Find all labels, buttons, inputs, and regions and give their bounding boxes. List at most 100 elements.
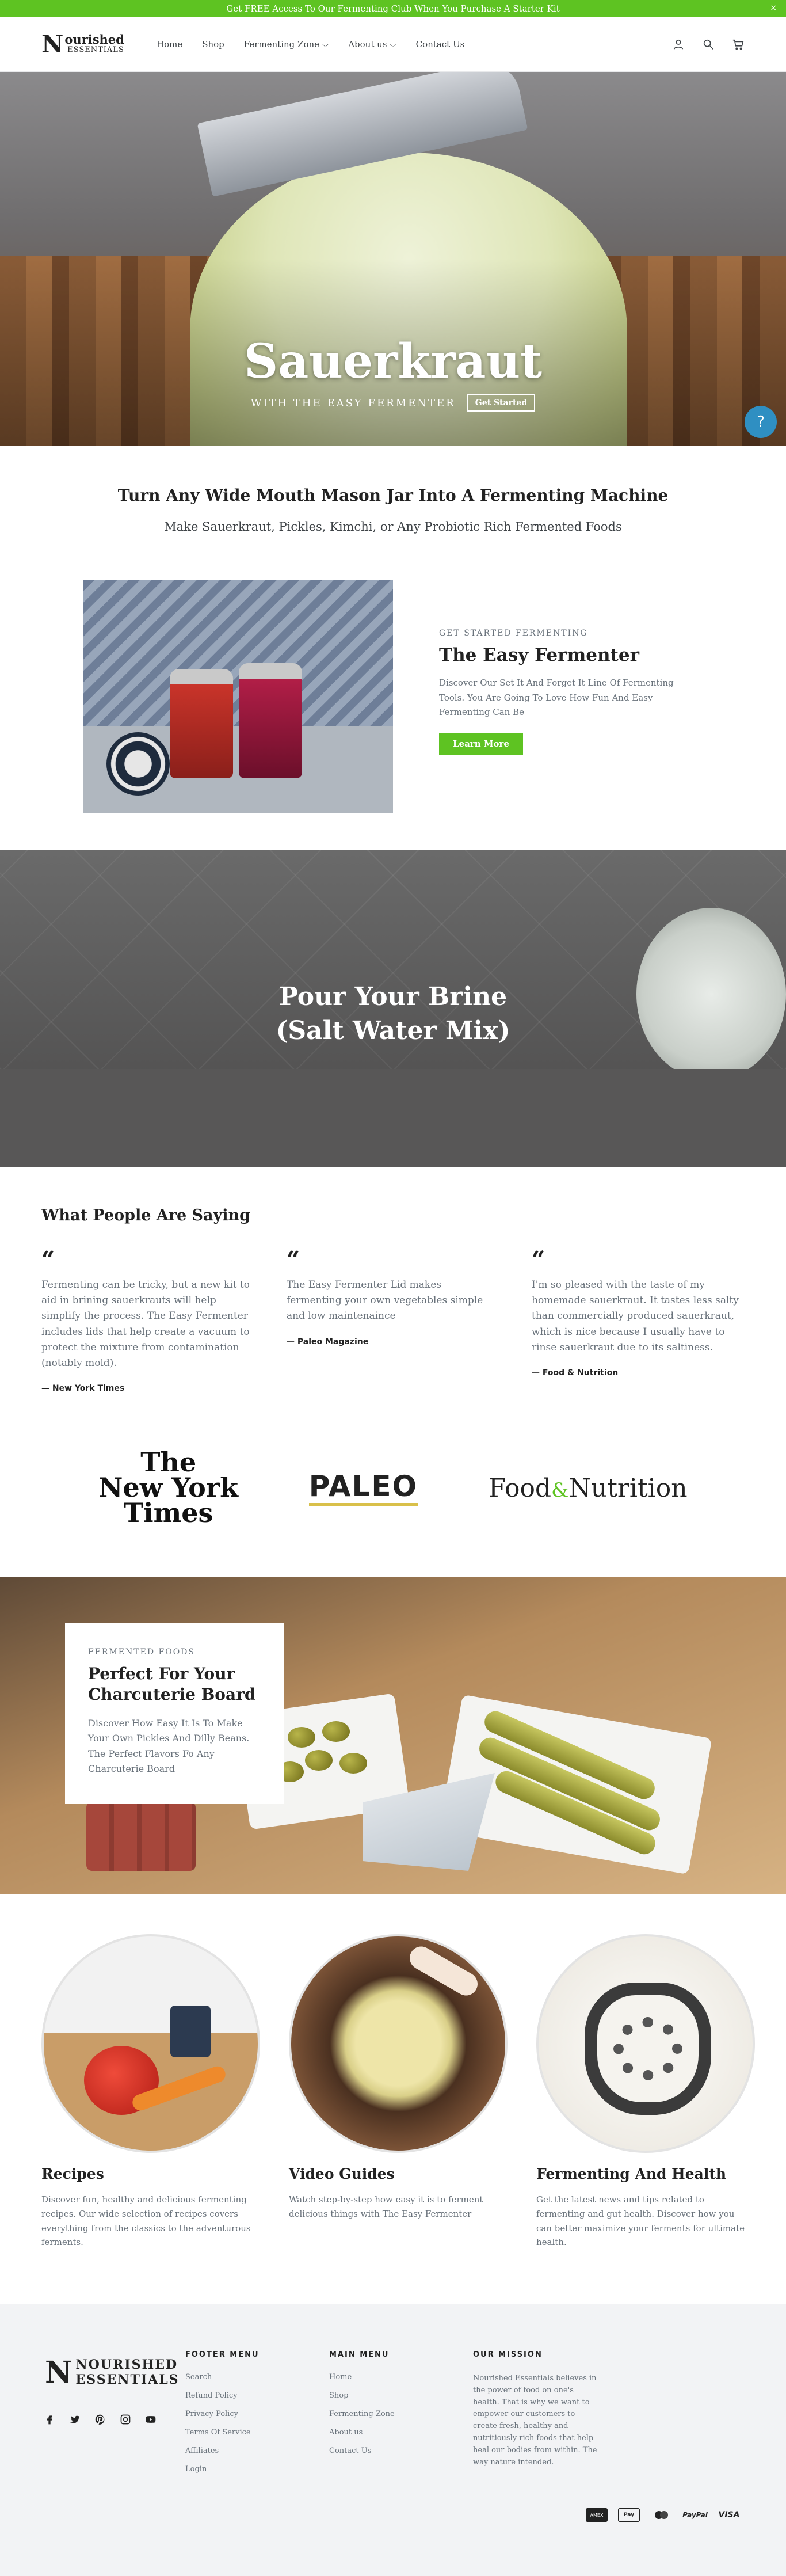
close-icon[interactable]: × bbox=[770, 3, 777, 13]
testimonial-text: The Easy Fermenter Lid makes fermenting … bbox=[287, 1279, 483, 1322]
footer-link-search[interactable]: Search bbox=[185, 2373, 260, 2381]
main-link-fermenting-zone[interactable]: Fermenting Zone bbox=[329, 2410, 395, 2418]
video-guides-image[interactable] bbox=[289, 1934, 508, 2153]
cart-icon[interactable] bbox=[732, 38, 745, 51]
feature-text: GET STARTED FERMENTING The Easy Fermente… bbox=[439, 580, 701, 813]
nav-fermenting-zone[interactable]: Fermenting Zone ⌵ bbox=[244, 39, 329, 50]
video-title-line1: Pour Your Brine bbox=[278, 982, 508, 1011]
visa-icon: VISA bbox=[718, 2510, 740, 2520]
mastercard-icon bbox=[650, 2508, 672, 2522]
footer-link-refund-policy[interactable]: Refund Policy bbox=[185, 2391, 260, 2400]
nav-shop[interactable]: Shop bbox=[202, 39, 224, 50]
logo-line1: ourished bbox=[64, 32, 124, 47]
testimonial-source: — Food & Nutrition bbox=[532, 1368, 619, 1378]
instagram-icon[interactable] bbox=[120, 2414, 131, 2425]
jar-image bbox=[170, 669, 233, 778]
pinterest-icon[interactable] bbox=[94, 2414, 106, 2425]
paypal-icon: PayPal bbox=[682, 2511, 708, 2519]
card-recipes[interactable]: Recipes Discover fun, healthy and delici… bbox=[41, 1934, 260, 2250]
learn-more-button[interactable]: Learn More bbox=[439, 732, 523, 755]
testimonial: “ I'm so pleased with the taste of my ho… bbox=[532, 1249, 743, 1393]
intro-section: Turn Any Wide Mouth Mason Jar Into A Fer… bbox=[0, 446, 786, 534]
quote-icon: “ bbox=[41, 1246, 55, 1273]
help-button[interactable]: ? bbox=[745, 406, 777, 438]
intro-subtitle: Make Sauerkraut, Pickles, Kimchi, or Any… bbox=[164, 520, 622, 534]
site-footer: N NOURISHED ESSENTIALS FOOTER MENU Searc… bbox=[0, 2304, 786, 2576]
quote-icon: “ bbox=[287, 1246, 300, 1273]
testimonial-source: — Paleo Magazine bbox=[287, 1337, 369, 1346]
main-link-home[interactable]: Home bbox=[329, 2373, 395, 2381]
logo-initial: N bbox=[41, 30, 64, 58]
main-menu: MAIN MENU Home Shop Fermenting Zone Abou… bbox=[329, 2350, 395, 2465]
intro-title: Turn Any Wide Mouth Mason Jar Into A Fer… bbox=[117, 486, 669, 505]
mission-title: OUR MISSION bbox=[473, 2350, 543, 2359]
footer-logo-line2: ESSENTIALS bbox=[75, 2372, 180, 2387]
card-text: Watch step-by-step how easy it is to fer… bbox=[289, 2194, 483, 2219]
recipes-image[interactable] bbox=[41, 1934, 260, 2153]
amex-icon: AMEX bbox=[586, 2508, 608, 2522]
food-nutrition-logo: Food&Nutrition bbox=[488, 1473, 688, 1503]
footer-menu-title: FOOTER MENU bbox=[185, 2350, 260, 2359]
hero-subtitle: WITH THE EASY FERMENTER bbox=[250, 397, 456, 409]
facebook-icon[interactable] bbox=[44, 2414, 55, 2425]
nav-contact-us[interactable]: Contact Us bbox=[416, 39, 465, 50]
main-link-about-us[interactable]: About us bbox=[329, 2428, 395, 2437]
testimonials-list: “ Fermenting can be tricky, but a new ki… bbox=[41, 1246, 745, 1394]
hero-title: Sauerkraut bbox=[244, 334, 542, 389]
site-header: N ourished ESSENTIALS Home Shop Fermenti… bbox=[0, 17, 786, 72]
social-links bbox=[44, 2414, 157, 2425]
fermenter-lid-image bbox=[106, 732, 170, 796]
paleo-logo: PALEO bbox=[308, 1470, 418, 1506]
search-icon[interactable] bbox=[702, 38, 715, 51]
charcuterie-section: FERMENTED FOODS Perfect For Your Charcut… bbox=[0, 1577, 786, 1894]
footer-logo-line1: NOURISHED bbox=[75, 2357, 178, 2373]
card-fermenting-health[interactable]: Fermenting And Health Get the latest new… bbox=[536, 1934, 755, 2250]
charcuterie-card: FERMENTED FOODS Perfect For Your Charcut… bbox=[65, 1623, 284, 1804]
youtube-icon[interactable] bbox=[145, 2414, 157, 2425]
gut-health-image[interactable] bbox=[536, 1934, 755, 2153]
footer-logo-initial: N bbox=[45, 2355, 73, 2390]
mission-column: OUR MISSION Nourished Essentials believe… bbox=[473, 2350, 600, 2468]
logo-line2: ESSENTIALS bbox=[67, 45, 124, 54]
footer-link-terms[interactable]: Terms Of Service bbox=[185, 2428, 260, 2437]
mission-text: Nourished Essentials believes in the pow… bbox=[473, 2374, 597, 2467]
account-icon[interactable] bbox=[672, 38, 685, 51]
press-logos: The New York Times PALEO Food&Nutrition bbox=[0, 1433, 786, 1543]
card-video-guides[interactable]: Video Guides Watch step-by-step how easy… bbox=[289, 1934, 508, 2250]
hero-subtitle-row: WITH THE EASY FERMENTER Get Started bbox=[0, 394, 786, 412]
footer-logo[interactable]: N NOURISHED ESSENTIALS bbox=[45, 2355, 180, 2390]
card-title: Fermenting And Health bbox=[536, 2166, 727, 2182]
announcement-text[interactable]: Get FREE Access To Our Fermenting Club W… bbox=[226, 3, 559, 14]
main-link-contact-us[interactable]: Contact Us bbox=[329, 2446, 395, 2455]
feature-description: Discover Our Set It And Forget It Line O… bbox=[439, 678, 674, 717]
get-started-button[interactable]: Get Started bbox=[467, 394, 536, 412]
card-title: Recipes bbox=[41, 2166, 104, 2182]
apple-pay-icon: Pay bbox=[618, 2508, 640, 2522]
jar-image bbox=[239, 663, 302, 778]
footer-link-affiliates[interactable]: Affiliates bbox=[185, 2446, 260, 2455]
footer-link-login[interactable]: Login bbox=[185, 2465, 260, 2474]
site-logo[interactable]: N ourished ESSENTIALS bbox=[41, 32, 133, 56]
footer-link-privacy-policy[interactable]: Privacy Policy bbox=[185, 2410, 260, 2418]
main-menu-title: MAIN MENU bbox=[329, 2350, 390, 2359]
nyt-logo: The New York Times bbox=[98, 1447, 238, 1528]
nav-home[interactable]: Home bbox=[157, 39, 182, 50]
footer-menu: FOOTER MENU Search Refund Policy Privacy… bbox=[185, 2350, 260, 2483]
video-title: Pour Your Brine (Salt Water Mix) bbox=[0, 980, 786, 1048]
main-link-shop[interactable]: Shop bbox=[329, 2391, 395, 2400]
twitter-icon[interactable] bbox=[69, 2414, 81, 2425]
testimonials-section: What People Are Saying “ Fermenting can … bbox=[41, 1207, 745, 1393]
nav-about-us[interactable]: About us ⌵ bbox=[348, 39, 396, 50]
card-text: Discover fun, healthy and delicious ferm… bbox=[41, 2194, 251, 2248]
video-section[interactable]: Pour Your Brine (Salt Water Mix) bbox=[0, 850, 786, 1167]
salami-image bbox=[86, 1802, 196, 1871]
testimonial: “ Fermenting can be tricky, but a new ki… bbox=[41, 1246, 253, 1394]
mason-jars-image bbox=[83, 580, 393, 813]
testimonials-title: What People Are Saying bbox=[41, 1207, 250, 1224]
hero-banner: Sauerkraut WITH THE EASY FERMENTER Get S… bbox=[0, 72, 786, 446]
charcuterie-description: Discover How Easy It Is To Make Your Own… bbox=[88, 1717, 250, 1774]
announcement-bar[interactable]: Get FREE Access To Our Fermenting Club W… bbox=[0, 0, 786, 17]
feature-title: The Easy Fermenter bbox=[439, 645, 639, 665]
testimonial-text: Fermenting can be tricky, but a new kit … bbox=[41, 1279, 250, 1369]
testimonial-source: — New York Times bbox=[41, 1384, 125, 1394]
